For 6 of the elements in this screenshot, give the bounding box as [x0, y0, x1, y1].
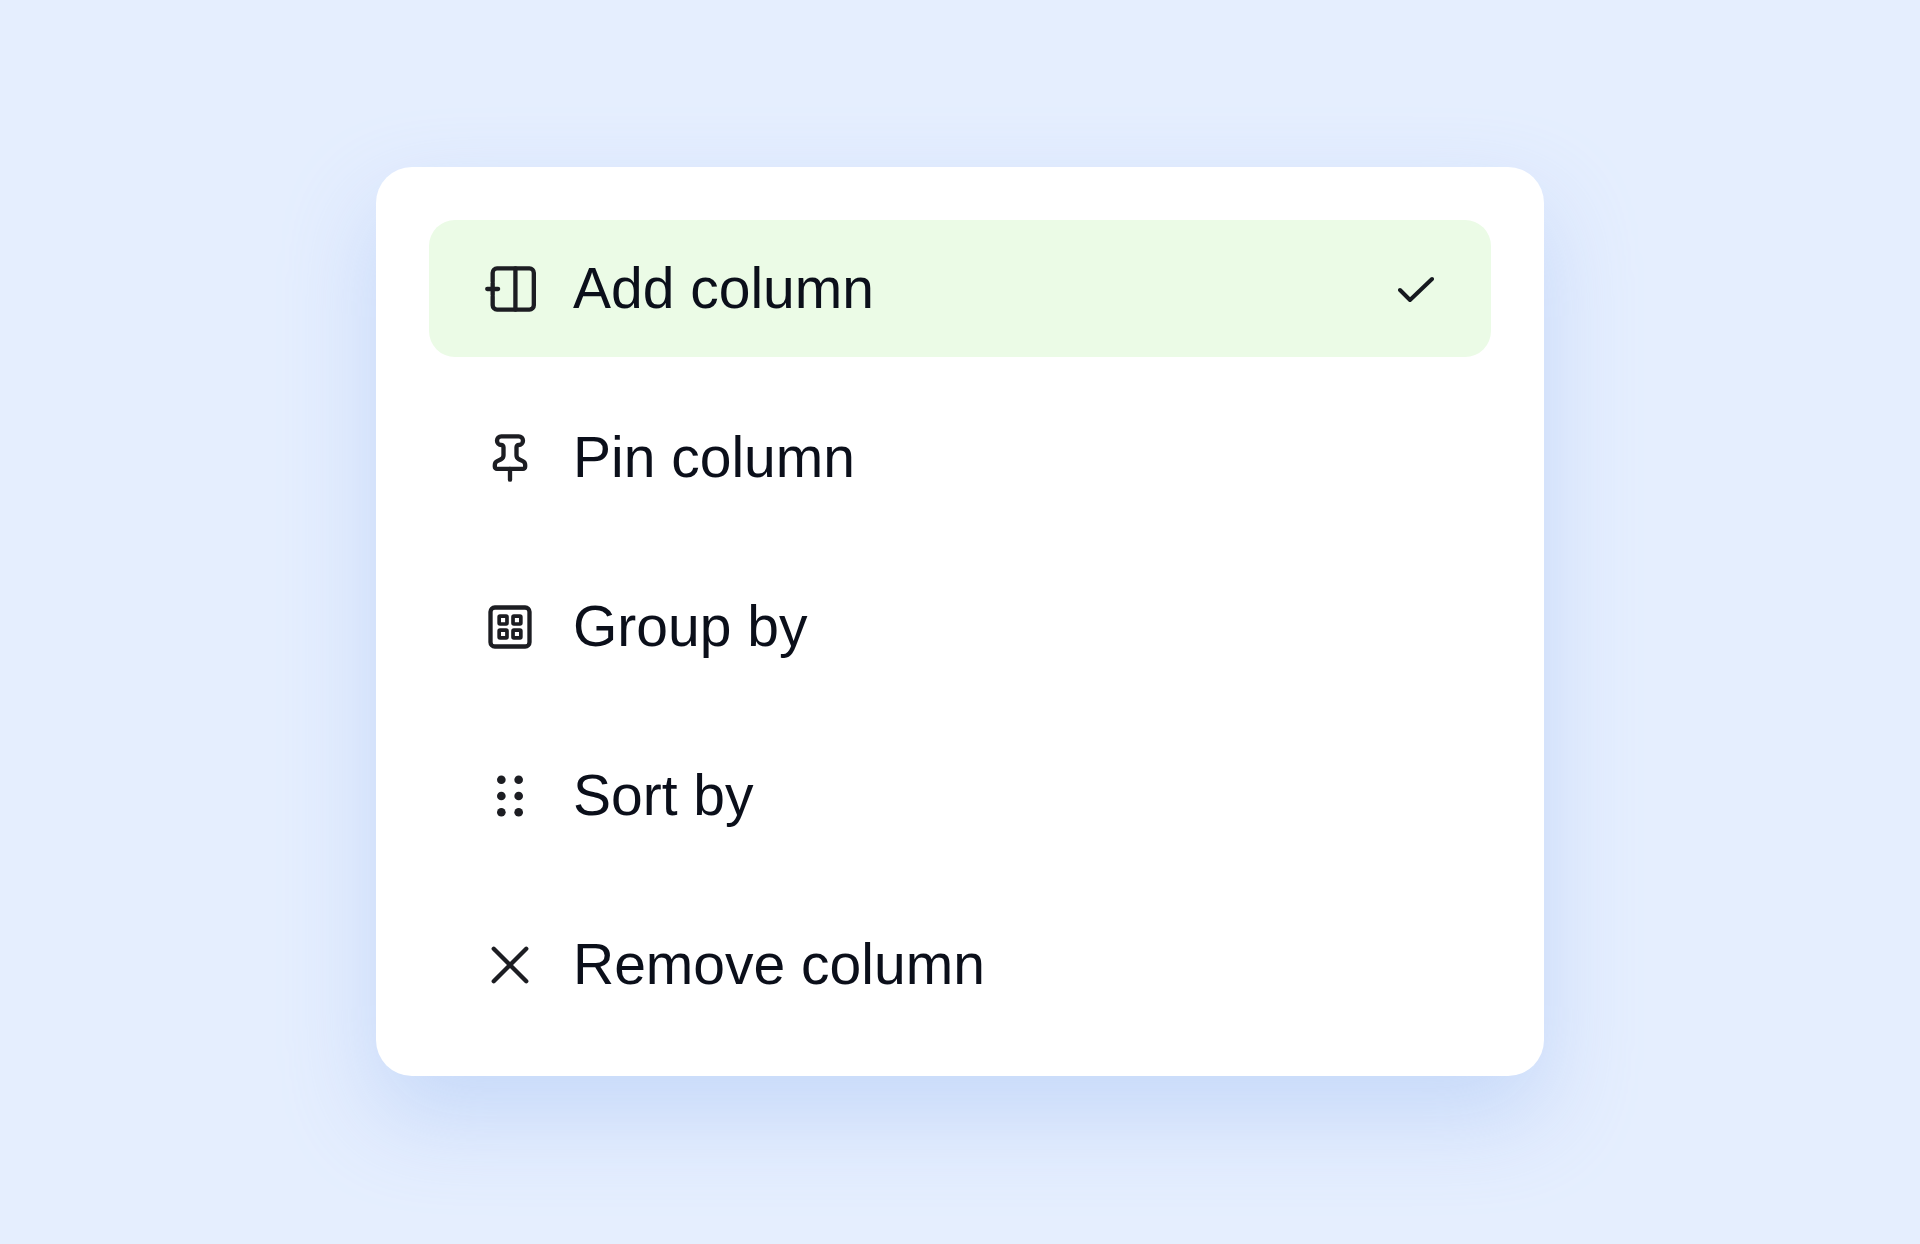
menu-item[interactable]: Sort by [429, 727, 1491, 864]
menu-item[interactable]: Group by [429, 558, 1491, 695]
check-icon [1398, 274, 1434, 303]
menu-item[interactable]: Remove column [429, 896, 1491, 1033]
menu-item[interactable]: Pin column [429, 389, 1491, 526]
menu-item[interactable]: Add column [429, 220, 1491, 357]
